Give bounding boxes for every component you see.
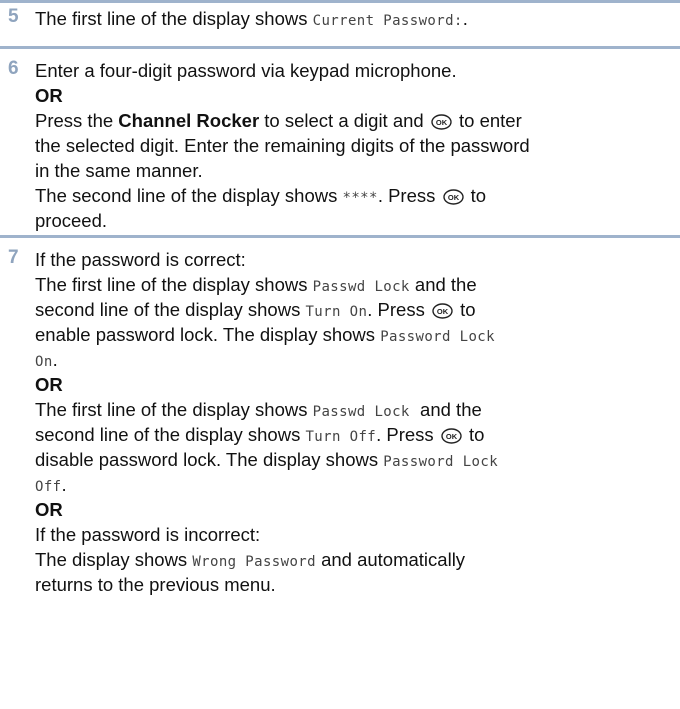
step-text: disable password lock. The display shows… <box>35 449 499 470</box>
step-text: If the password is correct: <box>35 249 246 270</box>
svg-text:OK: OK <box>446 432 458 441</box>
display-text: Turn Off <box>305 429 377 445</box>
top-divider <box>0 0 680 3</box>
step-number: 6 <box>8 58 19 79</box>
channel-rocker-label: Channel Rocker <box>118 110 260 131</box>
svg-text:OK: OK <box>436 118 448 127</box>
step-text: second line of the display shows Turn Of… <box>35 422 675 447</box>
step-text: The first line of the display shows Pass… <box>35 274 477 295</box>
step-text: in the same manner. <box>35 160 203 181</box>
or-label: OR <box>35 499 63 520</box>
display-text: Password Lock <box>383 454 499 470</box>
svg-text:OK: OK <box>447 193 459 202</box>
display-text: Passwd Lock <box>312 404 410 420</box>
display-text: Passwd Lock <box>312 279 410 295</box>
step-text: enable password lock. The display shows … <box>35 324 495 345</box>
or-label: OR <box>35 374 63 395</box>
step-text: Enter a four-digit password via keypad m… <box>35 60 457 81</box>
svg-text:OK: OK <box>437 307 449 316</box>
step-text: returns to the previous menu. <box>35 574 276 595</box>
step-text: The second line of the display shows ***… <box>35 183 675 208</box>
divider <box>0 46 680 49</box>
step-text: second line of the display shows Turn On… <box>35 297 675 322</box>
display-text: Password Lock <box>380 329 495 345</box>
step-text: If the password is incorrect: <box>35 524 261 545</box>
display-text: Turn On <box>305 304 368 320</box>
step-text: The display shows Wrong Password and aut… <box>35 549 466 570</box>
step-text: The first line of the display shows Pass… <box>35 399 482 420</box>
display-text: On <box>35 354 53 370</box>
step-number: 5 <box>8 6 19 27</box>
display-text: Current Password: <box>312 13 463 29</box>
or-label: OR <box>35 85 63 106</box>
step-text: The first line of the display shows Curr… <box>35 8 468 29</box>
step-text: proceed. <box>35 210 107 231</box>
display-text: **** <box>342 190 378 206</box>
step-number: 7 <box>8 247 19 268</box>
step-text: Off. <box>35 474 67 495</box>
step-text: Press the Channel Rocker to select a dig… <box>35 108 675 133</box>
divider <box>0 235 680 238</box>
step-text: On. <box>35 349 58 370</box>
display-text: Wrong Password <box>192 554 316 570</box>
step-text: the selected digit. Enter the remaining … <box>35 135 530 156</box>
display-text: Off <box>35 479 62 495</box>
ok-button-icon: OK <box>442 186 464 211</box>
